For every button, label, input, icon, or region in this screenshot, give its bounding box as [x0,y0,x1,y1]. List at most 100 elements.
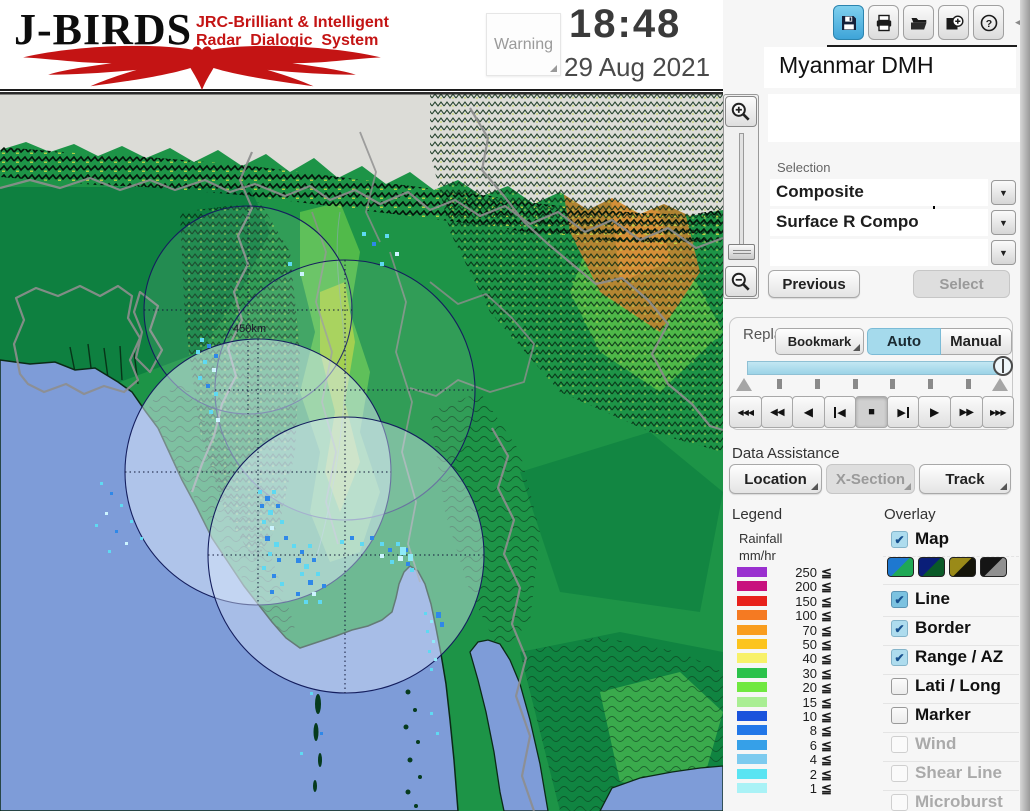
chevron-down-icon[interactable]: ▼ [991,180,1016,205]
legend-row: 250 ≦ [737,565,867,580]
selection-dropdown-0: Composite ▼ [770,179,1020,206]
forward-button[interactable]: ▶▶ [949,396,983,428]
bookmark-label: Bookmark [787,334,852,349]
overlay-item-label: Marker [915,705,971,724]
legend-color-swatch [737,567,767,577]
selection-dropdown-1: Surface R Compo ▼ [770,209,1020,236]
fast-forward-button[interactable]: ▶▶▶ [981,396,1015,428]
replay-slider-handle[interactable] [993,356,1013,376]
step-last-button[interactable]: ▶ [886,396,920,428]
fast-rewind-button[interactable]: ◀◀◀ [729,396,762,428]
overlay-row-line: ✔ Line [883,588,1019,617]
add-image-button[interactable] [938,5,969,40]
checkbox-lati-long[interactable] [891,678,908,695]
dropdown-value[interactable]: Composite [770,179,988,206]
map-zoom-strip [723,94,759,299]
legend-row: 70 ≦ [737,623,867,638]
control-panel: ? ◀ Myanmar DMH Selection Composite▼Surf… [723,0,1030,811]
overlay-item-label: Wind [915,734,957,753]
warning-button[interactable]: Warning [486,13,561,76]
zoom-out-button[interactable] [725,266,757,297]
rewind-button[interactable]: ◀◀ [760,396,794,428]
checkbox-map[interactable]: ✔ [891,531,908,548]
zoom-slider-handle[interactable] [728,244,755,260]
legend-color-swatch [737,639,767,649]
panel-edge-shadow [1020,0,1030,811]
legend-value: 200 [795,579,817,595]
legend-value: 1 [809,781,817,796]
x-section-button[interactable]: X-Section [826,464,915,494]
header: J-BIRDS JRC-Brilliant & Intelligent Radar… [0,0,762,91]
toolbar: ? [833,5,1004,41]
reverse-play-button[interactable]: ◀ [792,396,825,428]
location-button[interactable]: Location [729,464,822,494]
play-button[interactable]: ▶ [918,396,951,428]
checkbox-border[interactable]: ✔ [891,620,908,637]
checkbox-line[interactable]: ✔ [891,591,908,608]
track-button[interactable]: Track [919,464,1011,494]
auto-button[interactable]: Auto [867,328,941,355]
save-button[interactable] [833,5,864,40]
map-style-swatch-4[interactable] [980,557,1007,577]
stop-button[interactable]: ■ [855,396,888,428]
overlay-row-microburst: Microburst [883,791,1019,811]
print-button[interactable] [868,5,899,40]
map-style-swatch-3[interactable] [949,557,976,577]
zoom-in-button[interactable] [725,96,757,127]
radar-map[interactable]: 450km [0,92,726,811]
open-folder-button[interactable] [903,5,934,40]
legend-value: 100 [795,608,817,624]
overlay-item-label: Range / AZ [915,647,1004,666]
bookmark-button[interactable]: Bookmark [775,328,864,355]
legend-value: 20 [802,680,817,696]
legend-label: Legend [732,506,783,523]
clock-time: 18:48 [569,2,682,46]
legend-color-swatch [737,696,767,707]
checkbox-range-az[interactable]: ✔ [891,649,908,666]
help-button[interactable]: ? [973,5,1004,40]
overlay-row-border: ✔ Border [883,617,1019,646]
zoom-slider-track[interactable] [739,133,744,245]
overlay-item-label: Border [915,618,971,637]
legend-color-swatch [737,624,767,635]
dropdown-value[interactable] [770,239,988,266]
legend-value: 8 [809,723,817,739]
legend-value: 30 [802,665,817,681]
previous-button[interactable]: Previous [768,270,860,298]
replay-slider-track[interactable] [747,361,1006,375]
map-style-swatch-1[interactable] [887,557,914,577]
legend-color-swatch [737,682,767,693]
legend-row: 1 ≦ [737,781,867,796]
corner-resize-icon [811,483,818,490]
select-button[interactable]: Select [913,270,1010,298]
map-style-swatches [883,557,1019,585]
corner-resize-icon [1000,483,1007,490]
slider-end-marker[interactable] [992,378,1008,391]
map-style-swatch-2[interactable] [918,557,945,577]
legend-row: 20 ≦ [737,680,867,696]
slider-tick [814,379,820,389]
eagle-logo-icon [23,45,381,91]
add-image-icon [946,14,964,29]
step-first-button[interactable]: ◀ [823,396,857,428]
legend-row: 15 ≦ [737,695,867,710]
dropdown-value[interactable]: Surface R Compo [770,209,988,236]
zoom-out-icon [731,272,750,291]
product-list-box[interactable] [768,94,1020,234]
corner-resize-icon [853,344,860,351]
corner-resize-icon [904,483,911,490]
slider-tick [966,379,971,389]
manual-button[interactable]: Manual [941,328,1012,355]
overlay-item-label: Line [915,589,950,608]
overlay-label: Overlay [884,506,936,523]
overlay-row-lati-long: Lati / Long [883,675,1019,704]
legend-row: 30 ≦ [737,665,867,681]
checkbox-marker[interactable] [891,707,908,724]
chevron-down-icon[interactable]: ▼ [991,240,1016,265]
chevron-down-icon[interactable]: ▼ [991,210,1016,235]
legend-row: 2 ≦ [737,767,867,782]
jbirds-app: 450km J-BIRDS JRC-Brilliant & Intelligen… [0,0,1030,811]
legend-color-swatch [737,725,767,736]
slider-start-marker[interactable] [736,378,752,391]
legend-color-swatch [737,783,767,793]
